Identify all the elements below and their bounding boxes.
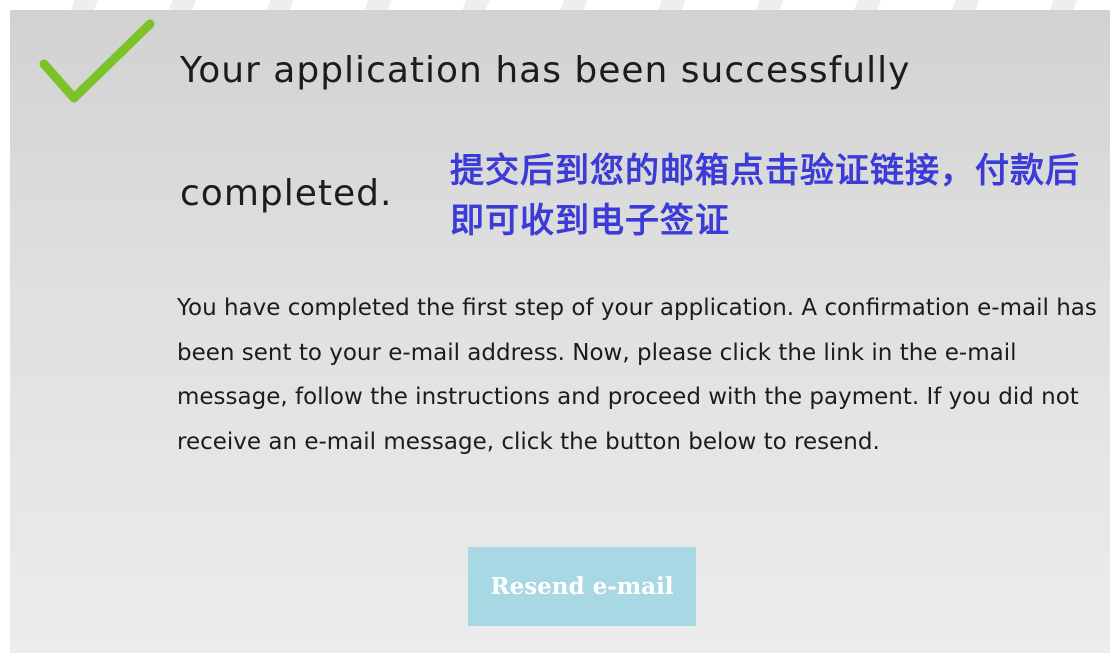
- success-title-line-1: Your application has been successfully: [180, 50, 911, 91]
- confirmation-message: You have completed the first step of you…: [177, 295, 1097, 455]
- success-panel: Your application has been successfully c…: [10, 10, 1110, 653]
- resend-email-button[interactable]: Resend e-mail: [468, 547, 696, 626]
- checkmark-icon: [39, 19, 155, 103]
- success-title-line-2: completed.: [180, 173, 393, 214]
- chinese-annotation: 提交后到您的邮箱点击验证链接，付款后即可收到电子签证: [450, 151, 1080, 241]
